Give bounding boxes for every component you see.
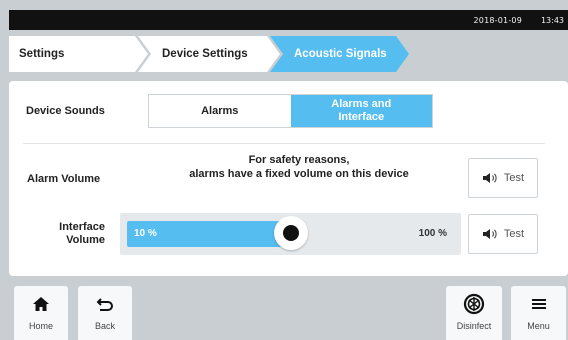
disinfect-icon bbox=[463, 293, 485, 315]
breadcrumb-device-settings[interactable]: Device Settings bbox=[138, 36, 280, 72]
status-bar: 2018-01-09 13:43 bbox=[9, 10, 568, 30]
disinfect-label: Disinfect bbox=[456, 321, 492, 331]
interface-volume-label: Interface Volume bbox=[55, 221, 105, 247]
back-label: Back bbox=[94, 321, 115, 331]
interface-test-label: Test bbox=[503, 228, 525, 240]
back-button[interactable]: Back bbox=[78, 286, 132, 340]
alarm-volume-message: For safety reasons, alarms have a fixed … bbox=[169, 153, 429, 181]
option-alarms-and-interface-label: Alarms and Interface bbox=[331, 98, 392, 123]
slider-min-label: 10 % bbox=[134, 228, 157, 239]
alarm-test-label: Test bbox=[503, 172, 525, 184]
home-label: Home bbox=[28, 321, 53, 331]
breadcrumb-acoustic-signals: Acoustic Signals bbox=[270, 36, 409, 72]
alarm-volume-label: Alarm Volume bbox=[27, 173, 101, 185]
breadcrumb: Settings Device Settings Acoustic Signal… bbox=[9, 36, 568, 72]
status-date: 2018-01-09 bbox=[473, 16, 522, 25]
slider-max-label: 100 % bbox=[418, 228, 447, 239]
interface-volume-slider[interactable]: 10 % 100 % bbox=[120, 213, 461, 255]
option-alarms-and-interface[interactable]: Alarms and Interface bbox=[290, 95, 432, 127]
home-icon bbox=[32, 294, 50, 314]
status-time: 13:43 bbox=[540, 16, 564, 25]
breadcrumb-settings[interactable]: Settings bbox=[9, 36, 148, 72]
interface-volume-label-line1: Interface bbox=[59, 221, 105, 233]
hamburger-menu-icon bbox=[531, 294, 547, 314]
option-alarms[interactable]: Alarms bbox=[149, 95, 291, 127]
alarm-volume-message-line2: alarms have a fixed volume on this devic… bbox=[189, 168, 409, 180]
menu-button[interactable]: Menu bbox=[511, 286, 566, 340]
settings-panel: Device Sounds Alarms Alarms and Interface… bbox=[9, 81, 568, 276]
option-alarms-label: Alarms bbox=[201, 105, 239, 117]
speaker-icon bbox=[482, 228, 498, 240]
divider bbox=[23, 143, 545, 144]
menu-label: Menu bbox=[527, 321, 550, 331]
home-button[interactable]: Home bbox=[14, 286, 68, 340]
disinfect-button[interactable]: Disinfect bbox=[446, 286, 502, 340]
interface-volume-label-line2: Volume bbox=[66, 234, 105, 246]
alarm-volume-message-line1: For safety reasons, bbox=[248, 154, 350, 166]
back-arrow-icon bbox=[96, 294, 114, 314]
speaker-icon bbox=[482, 172, 498, 184]
device-sounds-label: Device Sounds bbox=[26, 105, 105, 117]
alarm-test-button[interactable]: Test bbox=[468, 158, 538, 198]
device-sounds-selector: Alarms Alarms and Interface bbox=[148, 94, 433, 128]
slider-handle[interactable] bbox=[273, 216, 308, 250]
interface-test-button[interactable]: Test bbox=[468, 214, 538, 254]
